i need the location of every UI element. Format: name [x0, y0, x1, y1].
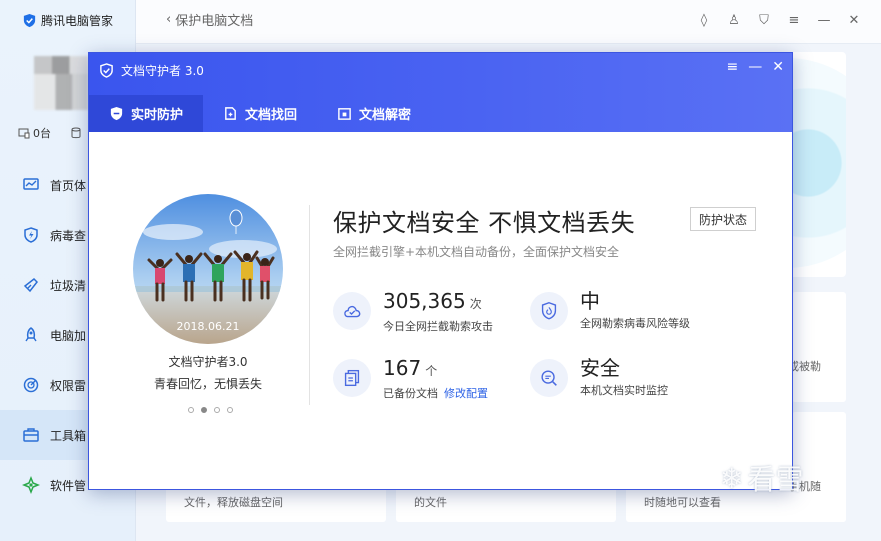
memory-photo: 2018.06.21 [133, 194, 283, 344]
disc-graphic [792, 58, 846, 268]
carousel-dot[interactable] [214, 407, 220, 413]
carousel-dots [188, 407, 233, 413]
database-icon [71, 127, 81, 139]
tab-document-decrypt[interactable]: 文档解密 [317, 95, 431, 132]
window-controls: ◊ ♙ ⛉ ≡ — ✕ [697, 14, 861, 28]
feature-card-top[interactable] [792, 52, 846, 277]
top-bar: ‹ 保护电脑文档 ◊ ♙ ⛉ ≡ — ✕ [136, 0, 881, 44]
stat-value: 安全 [580, 356, 620, 380]
sidebar-item-label: 软件管 [50, 478, 87, 493]
user-alert-icon[interactable]: ♙ [727, 14, 741, 28]
photo-date: 2018.06.21 [177, 320, 240, 333]
photo-caption-subtitle: 青春回忆，无惧丢失 [153, 377, 262, 391]
sidebar-item-label: 工具箱 [50, 428, 87, 443]
dialog-window-controls: ≡ — ✕ [727, 59, 784, 75]
device-row: 0台 [18, 125, 81, 141]
document-recover-icon [225, 107, 236, 120]
tab-label: 文档找回 [245, 108, 298, 123]
dialog-title: 文档守护者 3.0 [121, 64, 204, 78]
tshirt-icon[interactable]: ⛉ [757, 14, 771, 28]
document-unlock-icon [338, 108, 351, 120]
photo-caption-title: 文档守护者3.0 [168, 355, 248, 369]
sidebar-item-label: 电脑加 [50, 328, 87, 343]
stat-value: 167 [383, 356, 422, 380]
avatar[interactable] [34, 56, 88, 110]
chevron-left-icon: ‹ [166, 12, 172, 27]
tab-label: 实时防护 [131, 108, 184, 123]
broom-icon [23, 278, 38, 293]
sidebar-item-label: 病毒查 [50, 228, 87, 243]
drop-icon[interactable]: ◊ [697, 14, 711, 28]
stat-description: 已备份文档 [383, 387, 438, 400]
storage-indicator[interactable] [71, 127, 81, 139]
stat-value: 中 [580, 289, 600, 313]
snowflake-icon: ❄ [720, 461, 744, 495]
rocket-icon [25, 327, 37, 342]
stat-value: 305,365 [383, 289, 466, 313]
sidebar-item-label: 权限雷 [50, 378, 87, 393]
stat-realtime-monitor: 安全 本机文档实时监控 [530, 356, 668, 398]
tab-label: 文档解密 [359, 108, 412, 123]
stat-blocked-attacks: 305,365 次 今日全网拦截勒索攻击 [333, 289, 493, 334]
close-icon[interactable]: ✕ [847, 14, 861, 28]
stat-description: 今日全网拦截勒索攻击 [383, 320, 493, 333]
device-count-label: 0台 [33, 127, 51, 140]
brand-shield-icon [23, 13, 36, 28]
stat-unit: 个 [425, 364, 438, 378]
tool-card-1-desc: 文件，释放磁盘空间 [184, 496, 283, 509]
sidebar-item-label: 首页体 [50, 178, 87, 193]
minimize-icon[interactable]: — [817, 14, 831, 28]
back-button[interactable]: ‹ 保护电脑文档 [166, 10, 253, 29]
cloud-shield-icon [333, 292, 371, 330]
radar-icon [23, 377, 39, 393]
page-title: 保护电脑文档 [175, 14, 254, 29]
carousel-dot[interactable] [201, 407, 207, 413]
documents-icon [333, 359, 371, 397]
stat-unit: 次 [469, 297, 482, 311]
shield-icon [530, 292, 568, 330]
modify-config-link[interactable]: 修改配置 [444, 387, 488, 400]
menu-icon[interactable]: ≡ [727, 59, 739, 75]
divider [309, 205, 310, 405]
headline: 保护文档安全 不惧文档丢失 [333, 209, 636, 237]
shield-bolt-icon [24, 227, 38, 243]
dialog-title-bar: 文档守护者 3.0 [99, 62, 204, 79]
monitor-search-icon [530, 359, 568, 397]
dialog-header: 文档守护者 3.0 ≡ — ✕ 实时防护 文档找回 文档解密 [89, 53, 792, 132]
document-guardian-dialog: 文档守护者 3.0 ≡ — ✕ 实时防护 文档找回 文档解密 2018.06.2… [88, 52, 793, 490]
guardian-shield-icon [100, 63, 113, 78]
menu-icon[interactable]: ≡ [787, 14, 801, 28]
shield-check-icon [110, 106, 123, 121]
tool-card-3-desc: 时随地可以查看 [644, 496, 721, 509]
sidebar-item-label: 垃圾清 [50, 278, 87, 293]
apps-icon [22, 476, 40, 494]
app-brand: 腾讯电脑管家 [22, 12, 113, 29]
monitor-icon [23, 178, 39, 190]
tab-realtime-protection[interactable]: 实时防护 [89, 95, 204, 132]
watermark: ❄ 看雪 [720, 458, 803, 498]
toolbox-icon [23, 428, 39, 442]
watermark-text: 看雪 [747, 463, 804, 496]
brand-name: 腾讯电脑管家 [41, 14, 114, 28]
tab-document-recovery[interactable]: 文档找回 [203, 95, 317, 132]
device-icon [18, 128, 30, 139]
carousel-dot[interactable] [188, 407, 194, 413]
right-panel: 或被勒 [788, 52, 881, 541]
carousel-dot[interactable] [227, 407, 233, 413]
subheadline: 全网拦截引擎+本机文档自动备份，全面保护文档安全 [333, 245, 620, 259]
stat-risk-level: 中 全网勒索病毒风险等级 [530, 289, 690, 331]
stat-description: 全网勒索病毒风险等级 [580, 317, 690, 330]
feature-card-middle[interactable] [792, 292, 846, 402]
device-count[interactable]: 0台 [18, 125, 51, 141]
beach-photo-graphic: 2018.06.21 [133, 194, 283, 344]
minimize-icon[interactable]: — [748, 59, 762, 75]
close-icon[interactable]: ✕ [772, 59, 784, 75]
protection-status-button[interactable]: 防护状态 [690, 207, 756, 231]
stat-description: 本机文档实时监控 [580, 384, 668, 397]
stat-backup-documents: 167 个 已备份文档 修改配置 [333, 356, 488, 401]
tool-card-2-desc: 的文件 [414, 496, 447, 509]
dialog-tabs: 实时防护 文档找回 文档解密 [89, 95, 431, 132]
